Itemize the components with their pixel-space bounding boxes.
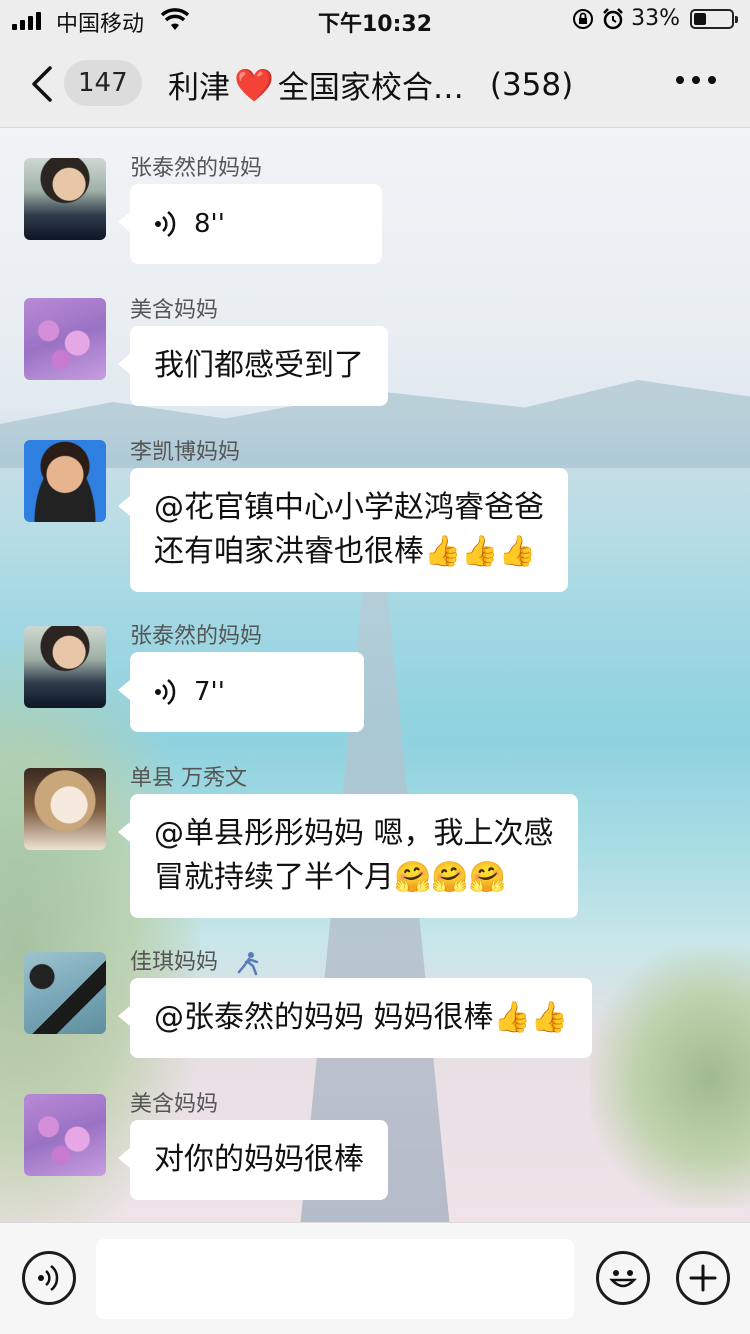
title-text-2: 全国家校合… bbox=[277, 70, 464, 106]
text-message-bubble[interactable]: @张泰然的妈妈 妈妈很棒👍👍 bbox=[117, 978, 593, 1058]
status-bar: 中国移动 下午10:32 33% bbox=[0, 0, 750, 40]
voice-duration: 7'' bbox=[194, 677, 225, 707]
sender-name: 美含妈妈 bbox=[130, 298, 219, 323]
chevron-left-icon[interactable] bbox=[30, 66, 54, 102]
voice-wave-icon bbox=[155, 679, 176, 705]
sender-name: 李凯博妈妈 bbox=[130, 440, 241, 465]
group-title[interactable]: 利津 ❤️ 全国家校合… (358) bbox=[168, 62, 608, 107]
message-input[interactable] bbox=[96, 1239, 574, 1319]
text-message-bubble[interactable]: @花官镇中心小学赵鸿睿爸爸 还有咱家洪睿也很棒👍👍👍 bbox=[118, 468, 568, 592]
sender-name: 张泰然的妈妈 bbox=[130, 624, 263, 649]
unread-count-badge[interactable]: 147 bbox=[64, 60, 142, 106]
message-text: 对你的妈妈很棒 bbox=[154, 1142, 364, 1177]
voice-message-bubble[interactable]: 7'' bbox=[118, 652, 364, 732]
thumbs-up-emoji: 👍👍👍 bbox=[424, 534, 537, 569]
alarm-icon bbox=[603, 7, 623, 29]
message-text: 还有咱家洪睿也很棒 bbox=[154, 534, 424, 569]
chat-header: 147 利津 ❤️ 全国家校合… (358) bbox=[0, 40, 750, 128]
sender-name: 美含妈妈 bbox=[130, 1092, 219, 1117]
message-list: 张泰然的妈妈 8'' 美含妈妈 我们都感受到了 李凯博妈妈 @花官镇中心小学赵鸿… bbox=[0, 128, 750, 1222]
avatar[interactable] bbox=[24, 768, 106, 850]
thumbs-up-emoji: 👍👍 bbox=[493, 1000, 569, 1035]
member-count: (358) bbox=[489, 66, 574, 103]
voice-wave-icon bbox=[155, 211, 176, 237]
voice-duration: 8'' bbox=[194, 209, 225, 239]
emoji-icon[interactable] bbox=[596, 1251, 650, 1305]
text-message-bubble[interactable]: 我们都感受到了 bbox=[118, 326, 388, 406]
input-bar bbox=[0, 1222, 750, 1334]
text-message-bubble[interactable]: 对你的妈妈很棒 bbox=[118, 1120, 388, 1200]
avatar[interactable] bbox=[24, 1094, 106, 1176]
avatar[interactable] bbox=[24, 298, 106, 380]
avatar[interactable] bbox=[24, 440, 106, 522]
avatar[interactable] bbox=[24, 158, 106, 240]
avatar[interactable] bbox=[24, 626, 106, 708]
sender-name: 佳琪妈妈 bbox=[130, 944, 261, 976]
text-message-bubble[interactable]: @单县彤彤妈妈 嗯，我上次感 冒就持续了半个月🤗🤗🤗 bbox=[118, 794, 578, 918]
message-text: @单县彤彤妈妈 嗯，我上次感 bbox=[154, 816, 554, 851]
sender-name: 张泰然的妈妈 bbox=[130, 156, 263, 181]
battery-percent: 33% bbox=[631, 6, 680, 31]
plus-icon[interactable] bbox=[676, 1251, 730, 1305]
message-text: @花官镇中心小学赵鸿睿爸爸 bbox=[154, 490, 544, 525]
running-icon bbox=[237, 952, 259, 976]
battery-icon bbox=[690, 8, 738, 29]
orientation-lock-icon bbox=[573, 8, 594, 29]
sender-name: 单县 万秀文 bbox=[130, 766, 247, 791]
ellipsis-icon[interactable] bbox=[676, 76, 716, 84]
hug-emoji: 🤗🤗🤗 bbox=[394, 860, 507, 895]
heart-emoji: ❤️ bbox=[234, 65, 274, 104]
message-text: 冒就持续了半个月 bbox=[154, 860, 394, 895]
title-text: 利津 bbox=[168, 70, 230, 106]
message-text: 我们都感受到了 bbox=[154, 348, 364, 383]
sender-name-text: 佳琪妈妈 bbox=[130, 950, 219, 975]
voice-message-bubble[interactable]: 8'' bbox=[118, 184, 382, 264]
message-text: @张泰然的妈妈 妈妈很棒 bbox=[154, 1000, 494, 1035]
voice-input-icon[interactable] bbox=[22, 1251, 76, 1305]
avatar[interactable] bbox=[24, 952, 106, 1034]
